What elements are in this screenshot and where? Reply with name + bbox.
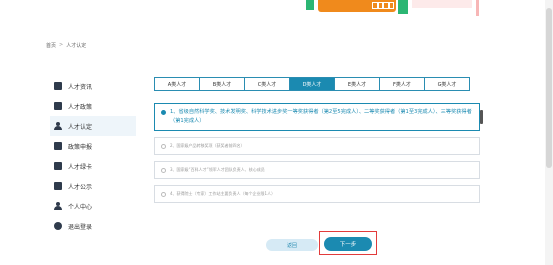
tab-a[interactable]: A类人才 (154, 77, 200, 91)
sidebar-item-announcement[interactable]: 人才公示 (50, 176, 136, 196)
sidebar: 人才资讯 人才政策 人才认定 政策申报 人才绿卡 人才公示 个人中心 退出登录 (50, 76, 136, 236)
criteria-text: 3、国家级“百科人才”领军人才团队负责人、核心成员 (170, 167, 265, 172)
banner-illustration (372, 2, 394, 9)
radio-icon[interactable] (161, 191, 166, 197)
back-button[interactable]: 返回 (266, 239, 318, 251)
people-icon (54, 202, 62, 210)
breadcrumb-home[interactable]: 首页 (46, 42, 56, 49)
sidebar-item-label: 退出登录 (68, 223, 93, 231)
page-scrollbar[interactable] (545, 0, 553, 265)
banner-illustration (306, 0, 314, 10)
tab-e[interactable]: E类人才 (334, 77, 380, 91)
sidebar-item-label: 政策申报 (68, 143, 93, 151)
tab-g[interactable]: G类人才 (424, 77, 470, 91)
breadcrumb-separator: > (59, 42, 64, 48)
sidebar-item-green-card[interactable]: 人才绿卡 (50, 156, 136, 176)
document-icon (54, 82, 62, 90)
criteria-text: 2、国家级产品转移奖项（获奖者前四名） (170, 143, 245, 148)
criteria-option[interactable]: 4、获得院士（专家）工作站主要负责人（每个企业限1人） (154, 185, 480, 203)
criteria-list: 1、省级自然科学奖、技术发明奖、科学技术进步奖一等奖获得者（第2至5完成人）、二… (154, 103, 480, 215)
radio-icon[interactable] (161, 110, 166, 115)
breadcrumb-current: 人才认定 (66, 43, 87, 49)
sidebar-item-talent-certification[interactable]: 人才认定 (50, 116, 136, 136)
sidebar-item-label: 人才认定 (68, 123, 93, 131)
radio-icon[interactable] (161, 167, 166, 173)
sidebar-item-logout[interactable]: 退出登录 (50, 216, 136, 236)
announcement-icon (54, 182, 62, 190)
sidebar-item-personal-center[interactable]: 个人中心 (50, 196, 136, 216)
banner-illustration (412, 0, 472, 8)
document-icon (54, 142, 62, 150)
criteria-text: 4、获得院士（专家）工作站主要负责人（每个企业限1人） (170, 191, 276, 196)
card-icon (54, 162, 62, 170)
criteria-option[interactable]: 2、国家级产品转移奖项（获奖者前四名） (154, 137, 480, 155)
page-scrollbar-thumb[interactable] (546, 8, 552, 168)
criteria-option[interactable]: 1、省级自然科学奖、技术发明奖、科学技术进步奖一等奖获得者（第2至5完成人）、二… (154, 103, 480, 131)
logout-icon (54, 222, 62, 230)
tab-c[interactable]: C类人才 (244, 77, 290, 91)
tab-d[interactable]: D类人才 (289, 77, 335, 91)
breadcrumb: 首页 > 人才认定 (46, 42, 86, 49)
radio-icon[interactable] (161, 143, 166, 149)
sidebar-item-label: 人才公示 (68, 183, 93, 191)
sidebar-item-label: 人才资讯 (68, 83, 93, 91)
list-scrollbar[interactable] (480, 110, 483, 124)
sidebar-item-talent-policy[interactable]: 人才政策 (50, 96, 136, 116)
sidebar-item-policy-application[interactable]: 政策申报 (50, 136, 136, 156)
criteria-option[interactable]: 3、国家级“百科人才”领军人才团队负责人、核心成员 (154, 161, 480, 179)
talent-category-tabs: A类人才 B类人才 C类人才 D类人才 E类人才 F类人才 G类人才 (154, 77, 470, 91)
criteria-text: 1、省级自然科学奖、技术发明奖、科学技术进步奖一等奖获得者（第2至5完成人）、二… (170, 109, 472, 124)
banner-illustration (398, 0, 408, 14)
sidebar-item-talent-news[interactable]: 人才资讯 (50, 76, 136, 96)
banner-illustration (476, 0, 479, 16)
sidebar-item-label: 人才绿卡 (68, 163, 93, 171)
sidebar-item-label: 个人中心 (68, 203, 93, 211)
tab-f[interactable]: F类人才 (379, 77, 425, 91)
top-banner (0, 0, 553, 22)
sidebar-item-label: 人才政策 (68, 103, 93, 111)
tab-b[interactable]: B类人才 (199, 77, 245, 91)
highlight-box (319, 231, 377, 255)
document-icon (54, 102, 62, 110)
user-icon (54, 122, 62, 130)
